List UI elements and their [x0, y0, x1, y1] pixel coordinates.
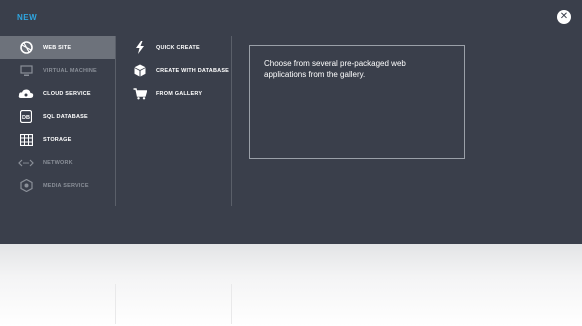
virtual-machine-icon [18, 64, 34, 78]
cart-icon [132, 87, 148, 101]
description-panel: Choose from several pre-packaged web app… [249, 45, 465, 159]
network-icon [18, 156, 34, 170]
svg-text:DB: DB [22, 115, 30, 121]
category-virtual-machine[interactable]: VIRTUAL MACHINE [0, 59, 115, 82]
category-label: MEDIA SERVICE [43, 182, 89, 189]
reflection [0, 244, 582, 326]
close-icon[interactable]: ✕ [557, 10, 571, 24]
category-label: NETWORK [43, 159, 73, 166]
option-from-gallery[interactable]: FROM GALLERY [116, 82, 231, 105]
category-media-service[interactable]: MEDIA SERVICE [0, 174, 115, 197]
option-label: QUICK CREATE [156, 44, 200, 51]
category-list: WEB SITE VIRTUAL MACHINE CLOUD SERVICE D… [0, 36, 115, 197]
storage-icon [18, 133, 34, 147]
reflection-divider [115, 284, 116, 324]
box-icon [132, 64, 148, 78]
new-dialog: NEW ✕ WEB SITE VIRTUAL MACHINE CLOUD SER… [0, 0, 582, 244]
option-list: QUICK CREATE CREATE WITH DATABASE FROM G… [116, 36, 231, 105]
category-label: VIRTUAL MACHINE [43, 67, 97, 74]
category-label: CLOUD SERVICE [43, 90, 91, 97]
media-service-icon [18, 179, 34, 193]
reflection-divider [231, 284, 232, 324]
category-web-site[interactable]: WEB SITE [0, 36, 115, 59]
column-divider [231, 36, 232, 206]
category-cloud-service[interactable]: CLOUD SERVICE [0, 82, 115, 105]
category-label: SQL DATABASE [43, 113, 88, 120]
new-label: NEW [17, 13, 38, 22]
web-site-icon [18, 41, 34, 55]
lightning-icon [132, 41, 148, 55]
category-network[interactable]: NETWORK [0, 151, 115, 174]
category-label: WEB SITE [43, 44, 72, 51]
category-label: STORAGE [43, 136, 72, 143]
option-label: CREATE WITH DATABASE [156, 67, 230, 74]
option-create-with-database[interactable]: CREATE WITH DATABASE [116, 59, 231, 82]
cloud-service-icon [18, 87, 34, 101]
option-quick-create[interactable]: QUICK CREATE [116, 36, 231, 59]
description-text: Choose from several pre-packaged web app… [264, 59, 406, 79]
sql-database-icon: DB [18, 110, 34, 124]
category-sql-database[interactable]: DB SQL DATABASE [0, 105, 115, 128]
option-label: FROM GALLERY [156, 90, 203, 97]
category-storage[interactable]: STORAGE [0, 128, 115, 151]
